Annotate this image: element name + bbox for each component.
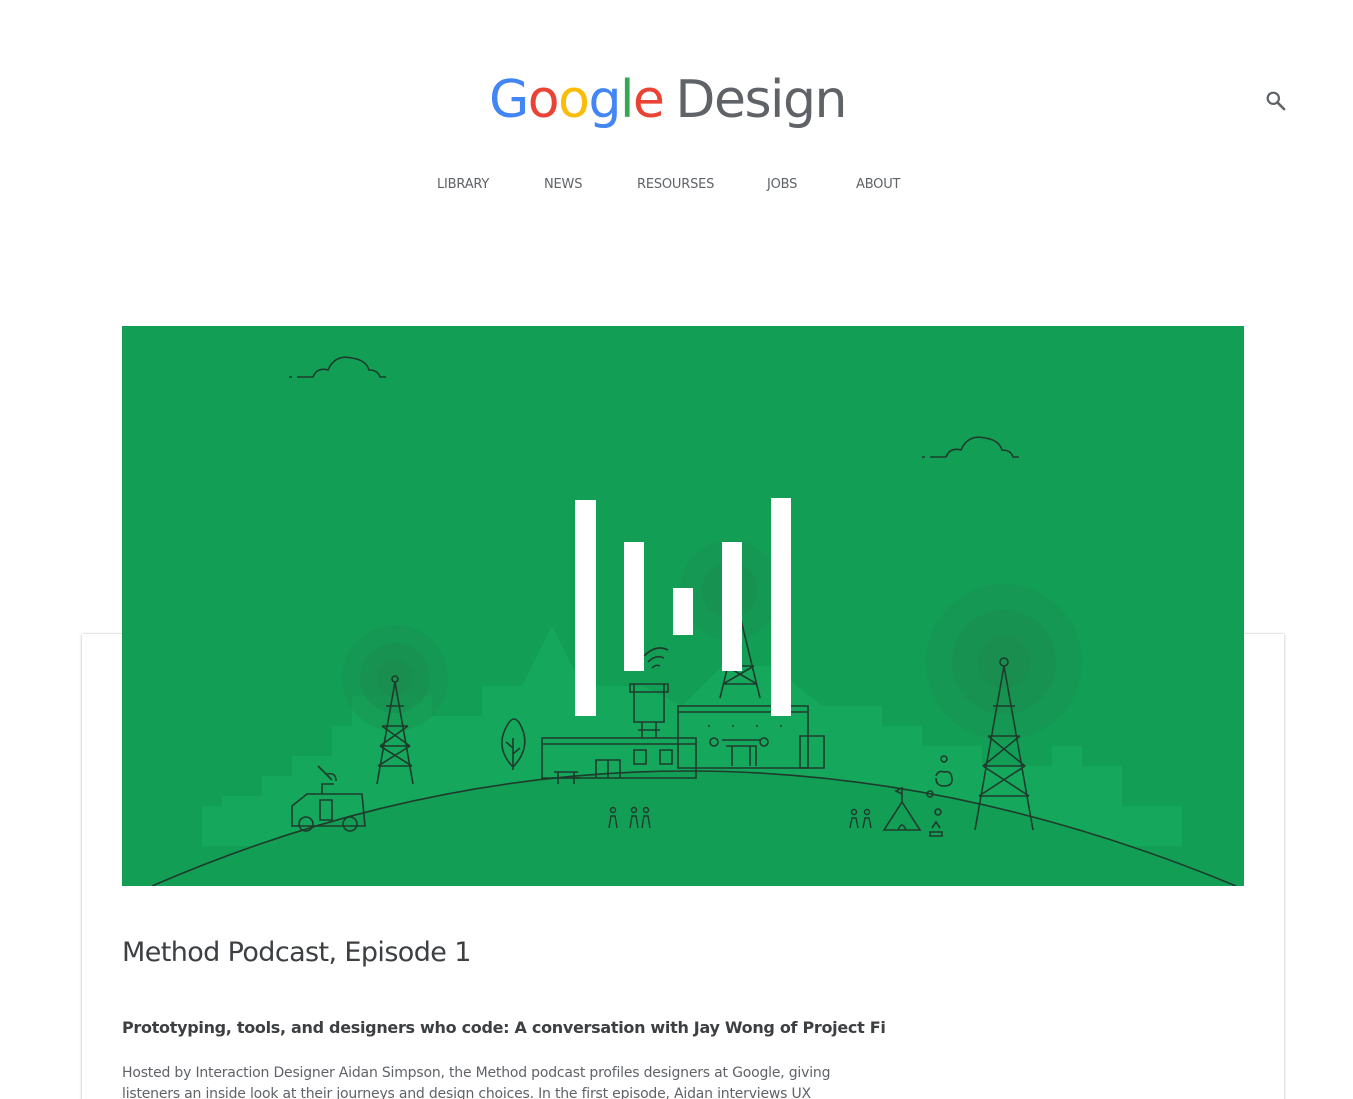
nav-item-jobs[interactable]: JOBS <box>767 177 797 192</box>
article-body: Hosted by Interaction Designer Aidan Sim… <box>122 1065 831 1099</box>
design-wordmark: Design <box>675 70 847 130</box>
search-button[interactable] <box>1263 88 1289 114</box>
logo-letter: o <box>527 70 560 130</box>
logo-letter: o <box>558 70 590 130</box>
article-subtitle: Prototyping, tools, and designers who co… <box>122 1018 886 1037</box>
hero-illustration[interactable] <box>122 326 1244 886</box>
logo-letter: g <box>588 70 621 130</box>
nav-item-library[interactable]: LIBRARY <box>437 177 489 192</box>
cloud-right <box>922 436 1019 458</box>
site-header: Google Design LIBRARY NEWS RESOURSES JOB… <box>0 0 1353 230</box>
google-design-logo[interactable]: Google Design <box>489 70 847 140</box>
search-icon <box>1266 91 1286 111</box>
article-title: Method Podcast, Episode 1 <box>122 937 471 968</box>
logo-letter: e <box>632 70 665 130</box>
nav-item-resources[interactable]: RESOURSES <box>637 177 714 192</box>
google-wordmark: Google <box>489 70 665 130</box>
podcast-illustration <box>151 356 1237 886</box>
wifi-symbol <box>643 647 669 669</box>
nav-item-about[interactable]: ABOUT <box>856 177 900 192</box>
nav-item-news[interactable]: NEWS <box>544 177 582 192</box>
cloud-left <box>289 356 386 378</box>
logo-letter: G <box>489 70 529 130</box>
logo-letter: l <box>619 70 634 130</box>
main-nav: LIBRARY NEWS RESOURSES JOBS ABOUT <box>0 177 1353 197</box>
